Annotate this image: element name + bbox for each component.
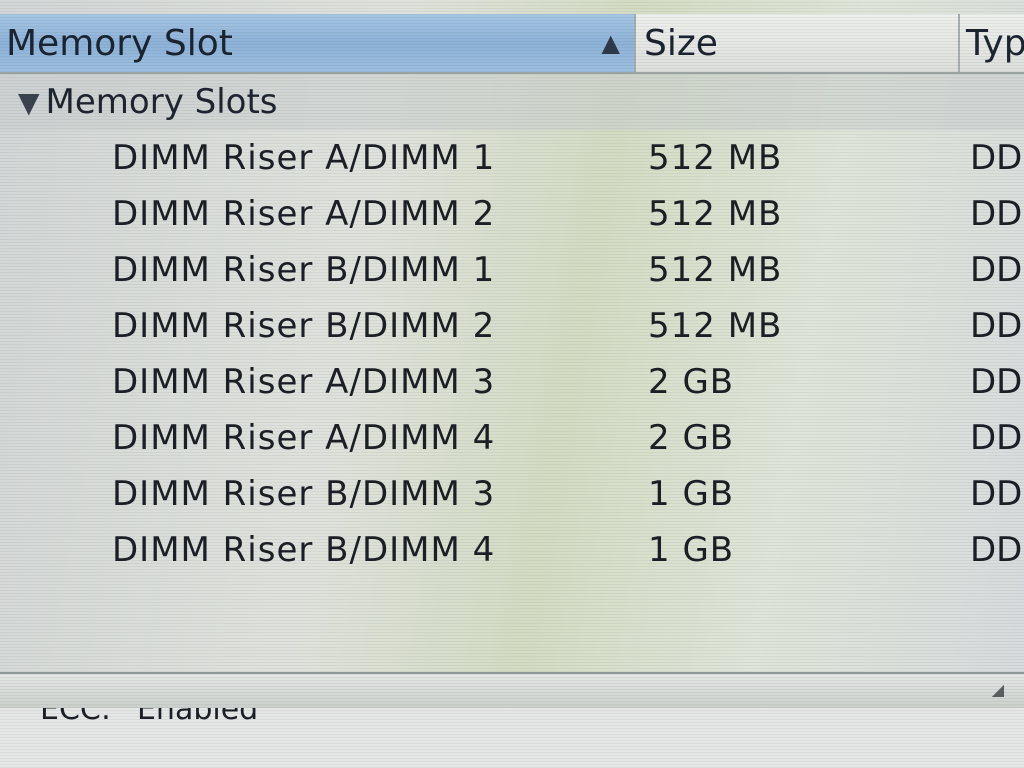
column-header-memory-slot-label: Memory Slot xyxy=(6,22,233,64)
type-cell: DD xyxy=(970,474,1023,514)
slot-cell: DIMM Riser B/DIMM 3 xyxy=(112,474,496,514)
type-cell: DD xyxy=(970,362,1023,402)
table-body: DIMM Riser A/DIMM 1 512 MB DD DIMM Riser… xyxy=(0,130,1024,578)
size-cell: 512 MB xyxy=(648,250,783,290)
slot-cell: DIMM Riser B/DIMM 2 xyxy=(112,306,496,346)
slot-cell: DIMM Riser B/DIMM 4 xyxy=(112,530,496,570)
slot-cell: DIMM Riser A/DIMM 2 xyxy=(112,194,496,234)
pane-splitter[interactable]: ◢ xyxy=(0,672,1024,710)
type-cell: DD xyxy=(970,306,1023,346)
type-cell: DD xyxy=(970,530,1023,570)
system-profiler-window: Memory Slot ▲ Size Typ ▼ Memory Slots DI… xyxy=(0,0,1024,768)
sort-ascending-icon: ▲ xyxy=(601,29,620,57)
slot-cell: DIMM Riser A/DIMM 3 xyxy=(112,362,496,402)
ecc-label: ECC: xyxy=(40,708,111,727)
table-row[interactable]: DIMM Riser A/DIMM 2 512 MB DD xyxy=(0,186,1024,242)
slot-cell: DIMM Riser B/DIMM 1 xyxy=(112,250,496,290)
column-header-size[interactable]: Size xyxy=(636,14,960,72)
size-cell: 1 GB xyxy=(648,474,735,514)
type-cell: DD xyxy=(970,250,1023,290)
size-cell: 512 MB xyxy=(648,194,783,234)
column-header-type-label: Typ xyxy=(966,22,1024,64)
table-row[interactable]: DIMM Riser B/DIMM 4 1 GB DD xyxy=(0,522,1024,578)
type-cell: DD xyxy=(970,418,1023,458)
group-row-memory-slots[interactable]: ▼ Memory Slots xyxy=(0,74,1024,130)
size-cell: 1 GB xyxy=(648,530,735,570)
slot-cell: DIMM Riser A/DIMM 4 xyxy=(112,418,496,458)
detail-pane: ECC: Enabled xyxy=(0,708,1024,768)
table-row[interactable]: DIMM Riser B/DIMM 2 512 MB DD xyxy=(0,298,1024,354)
resize-handle-icon[interactable]: ◢ xyxy=(992,680,1004,699)
ecc-status: ECC: Enabled xyxy=(40,708,258,727)
type-cell: DD xyxy=(970,138,1023,178)
column-header-size-label: Size xyxy=(644,22,718,64)
table-row[interactable]: DIMM Riser B/DIMM 3 1 GB DD xyxy=(0,466,1024,522)
table-row[interactable]: DIMM Riser A/DIMM 3 2 GB DD xyxy=(0,354,1024,410)
size-cell: 512 MB xyxy=(648,306,783,346)
ecc-value: Enabled xyxy=(136,708,259,727)
disclosure-triangle-icon[interactable]: ▼ xyxy=(18,86,40,119)
size-cell: 2 GB xyxy=(648,362,735,402)
column-header-type[interactable]: Typ xyxy=(960,14,1024,72)
size-cell: 2 GB xyxy=(648,418,735,458)
group-label: Memory Slots xyxy=(45,82,278,122)
table-row[interactable]: DIMM Riser B/DIMM 1 512 MB DD xyxy=(0,242,1024,298)
table-row[interactable]: DIMM Riser A/DIMM 4 2 GB DD xyxy=(0,410,1024,466)
slot-cell: DIMM Riser A/DIMM 1 xyxy=(112,138,496,178)
column-header-memory-slot[interactable]: Memory Slot ▲ xyxy=(0,14,636,72)
table-header: Memory Slot ▲ Size Typ xyxy=(0,14,1024,74)
table-row[interactable]: DIMM Riser A/DIMM 1 512 MB DD xyxy=(0,130,1024,186)
type-cell: DD xyxy=(970,194,1023,234)
size-cell: 512 MB xyxy=(648,138,783,178)
